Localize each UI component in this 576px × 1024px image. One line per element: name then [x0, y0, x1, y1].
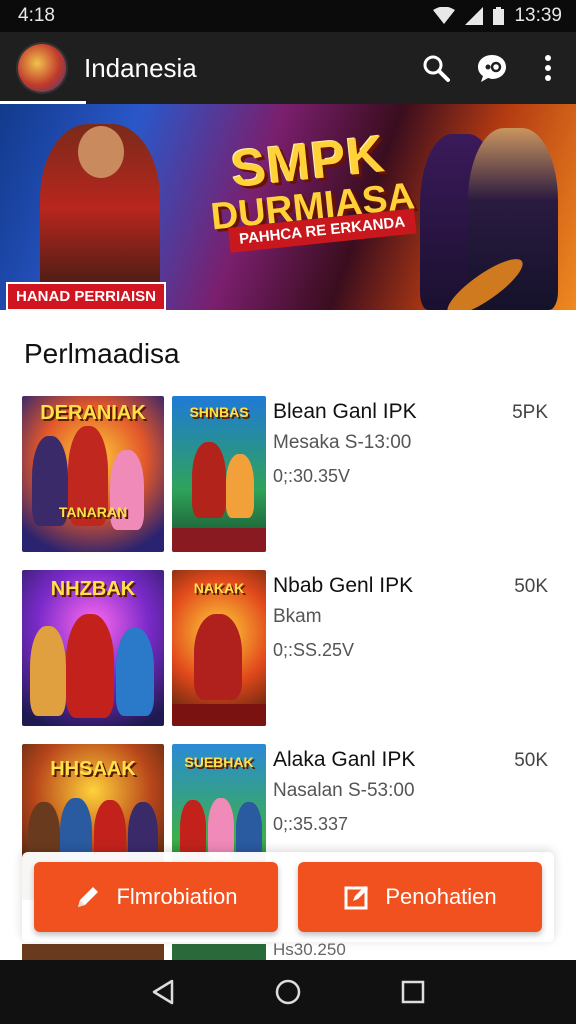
thumb-figure: [116, 628, 154, 716]
banner-label: HANAD PERRIAISN: [6, 282, 167, 310]
item-size: 0;:35.337: [273, 814, 349, 834]
item-badge: 5PK: [512, 402, 548, 423]
secondary-action-label: Penohatien: [385, 884, 497, 909]
edit-square-icon: [344, 886, 369, 910]
peek-thumbnail: [172, 944, 266, 960]
bottom-action-bar: Flmrobiation Penohatien: [22, 852, 554, 942]
item-size: 0;:30.35V: [273, 466, 351, 486]
thumb-figure: [66, 614, 114, 718]
list-item[interactable]: NHZBAK NAKAK Nbab Genl IPK Bkam 0;:SS.25…: [22, 570, 562, 726]
search-icon: [423, 55, 450, 82]
more-options-button[interactable]: [520, 40, 576, 96]
battery-icon: [493, 7, 505, 25]
thumb-figure: [30, 626, 66, 716]
search-button[interactable]: [408, 40, 464, 96]
primary-action-label: Flmrobiation: [116, 884, 238, 909]
status-icons: 13:39: [433, 5, 562, 27]
thumb-figure: [226, 454, 254, 518]
thumb-figure: [208, 798, 234, 860]
thumb-caption: DERANIAK: [40, 402, 146, 424]
more-vert-icon: [545, 55, 551, 81]
thumb-caption: HHSAAK: [50, 758, 136, 780]
section-title: Perlmaadisa: [24, 338, 180, 369]
status-bar: 4:18 13:39: [0, 0, 576, 32]
peek-thumbnail: [22, 944, 164, 960]
item-meta: Nasalan S-53:00: [273, 780, 415, 801]
status-right-time: 13:39: [514, 5, 562, 26]
thumb-figure: [180, 800, 206, 860]
item-badge: 50K: [514, 576, 548, 597]
item-title[interactable]: Blean Ganl IPK: [273, 400, 417, 424]
home-button[interactable]: [264, 968, 312, 1016]
thumb-caption: NHZBAK: [50, 578, 136, 600]
thumb-strip: [172, 704, 266, 726]
system-nav-bar: [0, 960, 576, 1024]
chat-bubble-icon: [478, 55, 506, 82]
list-item[interactable]: DERANIAK TANARAN SHNBAS Blean Ganl IPK M…: [22, 396, 562, 552]
chat-button[interactable]: [464, 40, 520, 96]
item-meta: Mesaka S-13:00: [273, 432, 412, 453]
secondary-action-button[interactable]: Penohatien: [298, 862, 542, 932]
thumb-caption-2: TANARAN: [58, 504, 128, 520]
item-meta: Bkam: [273, 606, 322, 627]
thumb-figure: [192, 442, 226, 518]
home-circle-icon: [275, 979, 301, 1005]
status-time: 4:18: [18, 5, 55, 26]
signal-icon: [465, 7, 484, 25]
item-thumbnail-primary[interactable]: NHZBAK: [22, 570, 164, 726]
primary-action-button[interactable]: Flmrobiation: [34, 862, 278, 932]
recents-button[interactable]: [389, 968, 437, 1016]
thumb-caption: SHNBAS: [189, 404, 249, 420]
item-thumbnail-secondary[interactable]: SHNBAS: [172, 396, 266, 552]
banner-hero-face-left: [78, 126, 124, 178]
back-button[interactable]: [139, 968, 187, 1016]
item-size: 0;:SS.25V: [273, 640, 355, 660]
item-thumbnail-primary[interactable]: DERANIAK TANARAN: [22, 396, 164, 552]
app-title: Indanesia: [84, 52, 197, 83]
item-thumbnail-secondary[interactable]: NAKAK: [172, 570, 266, 726]
thumb-figure: [194, 614, 242, 700]
item-badge: 50K: [514, 750, 548, 771]
thumb-caption: SUEBHAK: [184, 754, 254, 770]
thumb-strip: [172, 528, 266, 552]
app-bar: Indanesia: [0, 32, 576, 104]
wifi-icon: [433, 7, 456, 24]
peek-text: Hs30.250: [273, 940, 346, 959]
promo-banner[interactable]: SMPK DURMIASA PAHHCA RE ERKANDA HANAD PE…: [0, 104, 576, 310]
back-triangle-icon: [152, 979, 173, 1005]
item-title[interactable]: Alaka Ganl IPK: [273, 748, 415, 772]
app-logo[interactable]: [18, 44, 66, 92]
pencil-icon: [78, 887, 99, 907]
list-item-peek[interactable]: Hs30.250: [22, 940, 562, 960]
thumb-caption: NAKAK: [193, 580, 245, 596]
recents-square-icon: [402, 980, 425, 1004]
item-title[interactable]: Nbab Genl IPK: [273, 574, 413, 598]
